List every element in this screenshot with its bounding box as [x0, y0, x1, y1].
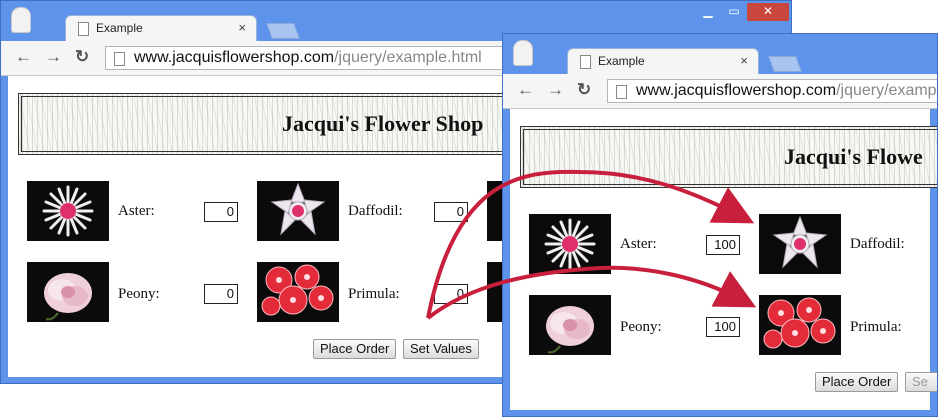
aster-image — [27, 181, 109, 241]
page-content: Jacqui's Flowe Aster: 100 Daffodil: Peon… — [510, 109, 937, 410]
flower-label: Peony: — [118, 286, 160, 302]
tab-title: Example — [598, 54, 645, 68]
url-path: /jquery/examp — [836, 82, 937, 99]
primula-image — [759, 295, 841, 355]
maximize-icon[interactable]: ▭ — [721, 3, 747, 21]
peony-image — [529, 295, 611, 355]
tab-close-icon[interactable]: × — [740, 53, 748, 68]
peony-quantity-input[interactable]: 0 — [204, 284, 238, 304]
user-avatar-icon[interactable] — [11, 7, 31, 33]
url-host: www.jacquisflowershop.com — [636, 82, 837, 99]
reload-icon[interactable]: ↻ — [577, 80, 591, 100]
set-values-button-partial[interactable]: Se — [905, 372, 937, 392]
flower-label: Peony: — [620, 319, 662, 335]
page-icon — [580, 55, 591, 69]
page-title: Jacqui's Flowe — [784, 144, 923, 169]
banner: Jacqui's Flowe — [520, 126, 937, 188]
flower-label: Aster: — [620, 236, 657, 252]
new-tab-button[interactable] — [768, 56, 802, 72]
forward-arrow-icon[interactable]: → — [547, 80, 564, 100]
peony-image — [27, 262, 109, 322]
close-window-icon[interactable]: ✕ — [747, 3, 789, 21]
daffodil-image — [759, 214, 841, 274]
new-tab-button[interactable] — [266, 23, 300, 39]
flower-label: Aster: — [118, 203, 155, 219]
minimize-icon[interactable]: ▁ — [695, 3, 721, 21]
address-bar[interactable]: www.jacquisflowershop.com/jquery/examp — [607, 79, 937, 103]
back-arrow-icon[interactable]: ← — [15, 47, 32, 67]
aster-quantity-input[interactable]: 0 — [204, 202, 238, 222]
browser-tab[interactable]: Example × — [567, 48, 759, 74]
daffodil-quantity-input[interactable]: 0 — [434, 202, 468, 222]
forward-arrow-icon[interactable]: → — [45, 47, 62, 67]
back-arrow-icon[interactable]: ← — [517, 80, 534, 100]
peony-quantity-input[interactable]: 100 — [706, 317, 740, 337]
place-order-button[interactable]: Place Order — [815, 372, 899, 392]
flower-label: Primula: — [850, 319, 902, 335]
browser-tab[interactable]: Example × — [65, 15, 257, 41]
browser-window-after: Example × ← → ↻ www.jacquisflowershop.co… — [502, 33, 938, 417]
set-values-button[interactable]: Set Values — [403, 339, 479, 359]
tab-close-icon[interactable]: × — [238, 20, 246, 35]
flower-label: Primula: — [348, 286, 400, 302]
aster-quantity-input[interactable]: 100 — [706, 235, 740, 255]
daffodil-image — [257, 181, 339, 241]
aster-image — [529, 214, 611, 274]
primula-image — [257, 262, 339, 322]
tab-title: Example — [96, 21, 143, 35]
place-order-button[interactable]: Place Order — [313, 339, 397, 359]
browser-toolbar: ← → ↻ www.jacquisflowershop.com/jquery/e… — [503, 74, 937, 109]
primula-quantity-input[interactable]: 0 — [434, 284, 468, 304]
user-avatar-icon[interactable] — [513, 40, 533, 66]
page-title: Jacqui's Flower Shop — [282, 111, 484, 136]
reload-icon[interactable]: ↻ — [75, 47, 89, 67]
page-icon — [114, 52, 125, 66]
page-icon — [78, 22, 89, 36]
flower-label: Daffodil: — [850, 236, 905, 252]
url-host: www.jacquisflowershop.com — [134, 49, 335, 66]
flower-label: Daffodil: — [348, 203, 403, 219]
title-bar: Example × — [503, 34, 937, 74]
page-icon — [616, 85, 627, 99]
url-path: /jquery/example.html — [334, 49, 482, 66]
